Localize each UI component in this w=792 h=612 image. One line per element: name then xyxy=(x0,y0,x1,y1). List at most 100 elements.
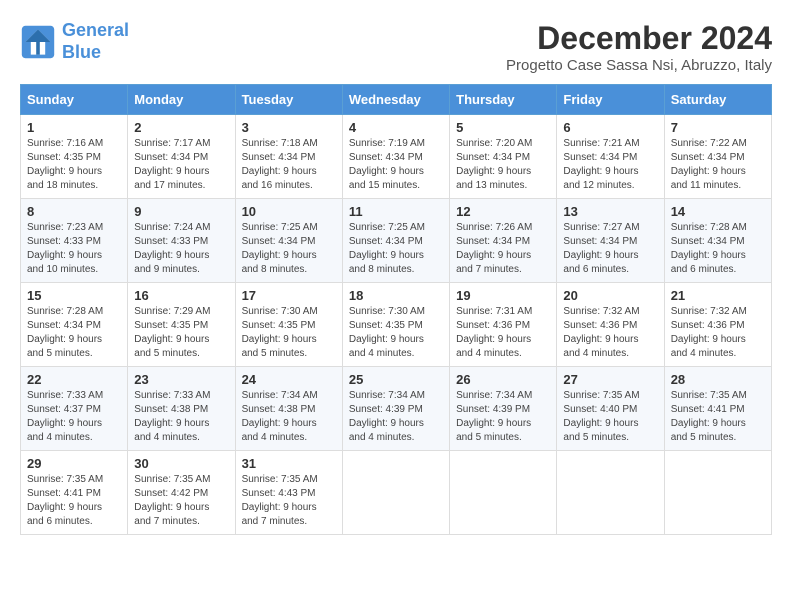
calendar-week-3: 15 Sunrise: 7:28 AMSunset: 4:34 PMDayligh… xyxy=(21,283,772,367)
calendar-cell xyxy=(342,451,449,535)
day-info: Sunrise: 7:34 AMSunset: 4:39 PMDaylight:… xyxy=(456,389,550,445)
calendar-cell: 29 Sunrise: 7:35 AMSunset: 4:41 PMDayligh… xyxy=(21,451,128,535)
calendar-cell: 27Sunrise: 7:35 AMSunset: 4:40 PMDayligh… xyxy=(557,367,664,451)
day-info: Sunrise: 7:18 AMSunset: 4:34 PMDaylight:… xyxy=(242,137,336,193)
calendar-cell: 13 Sunrise: 7:27 AMSunset: 4:34 PMDayligh… xyxy=(557,199,664,283)
calendar-cell: 18 Sunrise: 7:30 AMSunset: 4:35 PMDayligh… xyxy=(342,283,449,367)
day-number: 24 xyxy=(242,372,336,387)
day-number: 11 xyxy=(349,204,443,219)
day-number: 3 xyxy=(242,120,336,135)
logo-general: General xyxy=(62,20,129,40)
logo: General Blue xyxy=(20,20,129,63)
main-title: December 2024 xyxy=(506,20,772,57)
day-number: 14 xyxy=(671,204,765,219)
calendar-cell: 9 Sunrise: 7:24 AMSunset: 4:33 PMDaylight… xyxy=(128,199,235,283)
day-info: Sunrise: 7:29 AMSunset: 4:35 PMDaylight:… xyxy=(134,305,228,361)
subtitle: Progetto Case Sassa Nsi, Abruzzo, Italy xyxy=(506,57,772,74)
day-info: Sunrise: 7:27 AMSunset: 4:34 PMDaylight:… xyxy=(563,221,657,277)
day-info: Sunrise: 7:33 AMSunset: 4:37 PMDaylight:… xyxy=(27,389,121,445)
day-number: 13 xyxy=(563,204,657,219)
day-number: 5 xyxy=(456,120,550,135)
day-info: Sunrise: 7:23 AMSunset: 4:33 PMDaylight:… xyxy=(27,221,121,277)
day-number: 8 xyxy=(27,204,121,219)
calendar-week-2: 8 Sunrise: 7:23 AMSunset: 4:33 PMDaylight… xyxy=(21,199,772,283)
day-number: 19 xyxy=(456,288,550,303)
day-info: Sunrise: 7:19 AMSunset: 4:34 PMDaylight:… xyxy=(349,137,443,193)
page-header: General Blue December 2024 Progetto Case… xyxy=(20,20,772,74)
title-block: December 2024 Progetto Case Sassa Nsi, A… xyxy=(506,20,772,74)
calendar-cell xyxy=(450,451,557,535)
calendar-cell: 5 Sunrise: 7:20 AMSunset: 4:34 PMDaylight… xyxy=(450,115,557,199)
calendar-cell: 10 Sunrise: 7:25 AMSunset: 4:34 PMDayligh… xyxy=(235,199,342,283)
day-number: 18 xyxy=(349,288,443,303)
day-number: 17 xyxy=(242,288,336,303)
day-info: Sunrise: 7:33 AMSunset: 4:38 PMDaylight:… xyxy=(134,389,228,445)
day-info: Sunrise: 7:35 AMSunset: 4:41 PMDaylight:… xyxy=(27,473,121,529)
logo-icon xyxy=(20,24,56,60)
day-info: Sunrise: 7:34 AMSunset: 4:39 PMDaylight:… xyxy=(349,389,443,445)
logo-blue: Blue xyxy=(62,42,101,62)
calendar-cell: 21 Sunrise: 7:32 AMSunset: 4:36 PMDayligh… xyxy=(664,283,771,367)
day-info: Sunrise: 7:34 AMSunset: 4:38 PMDaylight:… xyxy=(242,389,336,445)
day-info: Sunrise: 7:32 AMSunset: 4:36 PMDaylight:… xyxy=(563,305,657,361)
day-number: 16 xyxy=(134,288,228,303)
calendar-week-5: 29 Sunrise: 7:35 AMSunset: 4:41 PMDayligh… xyxy=(21,451,772,535)
calendar-header-row: SundayMondayTuesdayWednesdayThursdayFrid… xyxy=(21,85,772,115)
calendar-header-thursday: Thursday xyxy=(450,85,557,115)
day-number: 4 xyxy=(349,120,443,135)
day-info: Sunrise: 7:25 AMSunset: 4:34 PMDaylight:… xyxy=(242,221,336,277)
calendar-cell: 23 Sunrise: 7:33 AMSunset: 4:38 PMDayligh… xyxy=(128,367,235,451)
day-number: 31 xyxy=(242,456,336,471)
day-number: 9 xyxy=(134,204,228,219)
calendar-week-4: 22Sunrise: 7:33 AMSunset: 4:37 PMDayligh… xyxy=(21,367,772,451)
day-number: 29 xyxy=(27,456,121,471)
calendar-cell: 4 Sunrise: 7:19 AMSunset: 4:34 PMDaylight… xyxy=(342,115,449,199)
calendar-cell: 16 Sunrise: 7:29 AMSunset: 4:35 PMDayligh… xyxy=(128,283,235,367)
day-number: 20 xyxy=(563,288,657,303)
day-info: Sunrise: 7:35 AMSunset: 4:41 PMDaylight:… xyxy=(671,389,765,445)
calendar-cell: 6Sunrise: 7:21 AMSunset: 4:34 PMDaylight… xyxy=(557,115,664,199)
day-info: Sunrise: 7:20 AMSunset: 4:34 PMDaylight:… xyxy=(456,137,550,193)
day-info: Sunrise: 7:35 AMSunset: 4:43 PMDaylight:… xyxy=(242,473,336,529)
day-info: Sunrise: 7:31 AMSunset: 4:36 PMDaylight:… xyxy=(456,305,550,361)
calendar-header-friday: Friday xyxy=(557,85,664,115)
calendar-cell: 14 Sunrise: 7:28 AMSunset: 4:34 PMDayligh… xyxy=(664,199,771,283)
day-info: Sunrise: 7:32 AMSunset: 4:36 PMDaylight:… xyxy=(671,305,765,361)
calendar-cell: 17Sunrise: 7:30 AMSunset: 4:35 PMDayligh… xyxy=(235,283,342,367)
logo-text: General Blue xyxy=(62,20,129,63)
day-info: Sunrise: 7:25 AMSunset: 4:34 PMDaylight:… xyxy=(349,221,443,277)
calendar-cell: 26Sunrise: 7:34 AMSunset: 4:39 PMDayligh… xyxy=(450,367,557,451)
day-info: Sunrise: 7:17 AMSunset: 4:34 PMDaylight:… xyxy=(134,137,228,193)
calendar-cell: 11 Sunrise: 7:25 AMSunset: 4:34 PMDayligh… xyxy=(342,199,449,283)
calendar-cell xyxy=(557,451,664,535)
day-info: Sunrise: 7:28 AMSunset: 4:34 PMDaylight:… xyxy=(27,305,121,361)
day-info: Sunrise: 7:35 AMSunset: 4:42 PMDaylight:… xyxy=(134,473,228,529)
day-number: 27 xyxy=(563,372,657,387)
day-info: Sunrise: 7:28 AMSunset: 4:34 PMDaylight:… xyxy=(671,221,765,277)
day-info: Sunrise: 7:30 AMSunset: 4:35 PMDaylight:… xyxy=(349,305,443,361)
calendar-table: SundayMondayTuesdayWednesdayThursdayFrid… xyxy=(20,84,772,535)
day-number: 15 xyxy=(27,288,121,303)
calendar-cell: 1 Sunrise: 7:16 AMSunset: 4:35 PMDaylight… xyxy=(21,115,128,199)
calendar-cell: 8 Sunrise: 7:23 AMSunset: 4:33 PMDaylight… xyxy=(21,199,128,283)
calendar-cell: 24 Sunrise: 7:34 AMSunset: 4:38 PMDayligh… xyxy=(235,367,342,451)
calendar-cell: 19 Sunrise: 7:31 AMSunset: 4:36 PMDayligh… xyxy=(450,283,557,367)
day-number: 2 xyxy=(134,120,228,135)
calendar-header-tuesday: Tuesday xyxy=(235,85,342,115)
day-number: 28 xyxy=(671,372,765,387)
day-number: 30 xyxy=(134,456,228,471)
calendar-header-saturday: Saturday xyxy=(664,85,771,115)
day-number: 10 xyxy=(242,204,336,219)
day-number: 1 xyxy=(27,120,121,135)
calendar-week-1: 1 Sunrise: 7:16 AMSunset: 4:35 PMDaylight… xyxy=(21,115,772,199)
day-number: 25 xyxy=(349,372,443,387)
calendar-cell: 12Sunrise: 7:26 AMSunset: 4:34 PMDayligh… xyxy=(450,199,557,283)
day-info: Sunrise: 7:16 AMSunset: 4:35 PMDaylight:… xyxy=(27,137,121,193)
calendar-header-monday: Monday xyxy=(128,85,235,115)
calendar-cell: 28 Sunrise: 7:35 AMSunset: 4:41 PMDayligh… xyxy=(664,367,771,451)
calendar-header-sunday: Sunday xyxy=(21,85,128,115)
day-info: Sunrise: 7:24 AMSunset: 4:33 PMDaylight:… xyxy=(134,221,228,277)
day-number: 23 xyxy=(134,372,228,387)
calendar-cell: 20 Sunrise: 7:32 AMSunset: 4:36 PMDayligh… xyxy=(557,283,664,367)
day-number: 21 xyxy=(671,288,765,303)
